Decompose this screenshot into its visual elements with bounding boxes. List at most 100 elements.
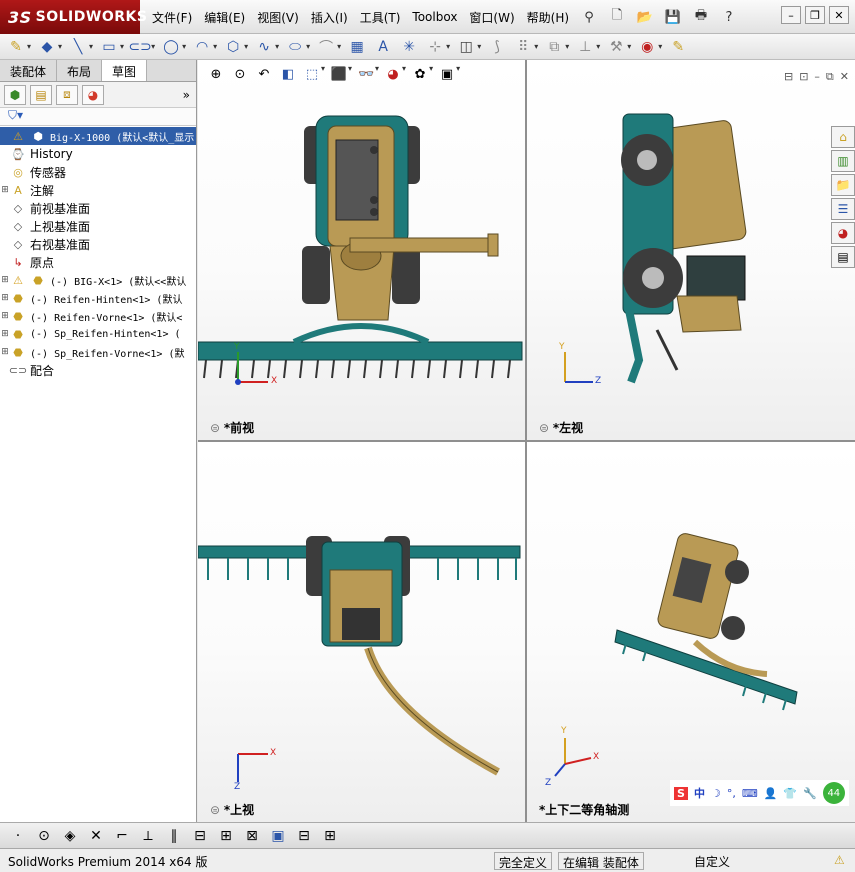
tree-item[interactable]: ↳ 原点: [0, 253, 196, 271]
expand-icon[interactable]: ⊞: [0, 311, 10, 321]
chevron-down-icon[interactable]: ▾: [456, 64, 460, 84]
zoom-to-area-icon[interactable]: ⊙: [230, 64, 250, 84]
tree-item[interactable]: ⊞ ⚠ ⬣ (-) BIG-X<1> (默认<<默认: [0, 271, 196, 289]
tree-item[interactable]: ⊞ ⬣ (-) Reifen-Hinten<1> (默认: [0, 289, 196, 307]
tree-item[interactable]: ⊞ A 注解: [0, 181, 196, 199]
chevron-down-icon[interactable]: ▾: [213, 42, 217, 51]
parallel-icon[interactable]: ∥: [164, 826, 184, 846]
plane-icon[interactable]: ▦: [347, 37, 367, 57]
move-icon[interactable]: ⧉: [544, 37, 564, 57]
section-view-icon[interactable]: ◧: [278, 64, 298, 84]
expand-icon[interactable]: ⊞: [0, 185, 10, 195]
ime-language[interactable]: 中: [694, 785, 705, 801]
edit-appearance-icon[interactable]: ◕: [383, 64, 403, 84]
configuration-manager-icon[interactable]: ⧈: [56, 84, 78, 105]
appearances-icon[interactable]: ◕: [831, 222, 855, 244]
minimize-button[interactable]: –: [781, 6, 801, 24]
expand-icon[interactable]: ⊞: [0, 347, 10, 357]
menu-edit[interactable]: 编辑(E): [198, 9, 251, 26]
chevron-down-icon[interactable]: ▾: [306, 42, 310, 51]
slot-icon[interactable]: ⊂⊃: [128, 37, 151, 57]
chevron-down-icon[interactable]: ▾: [534, 42, 538, 51]
menu-file[interactable]: 文件(F): [146, 9, 198, 26]
viewport-front[interactable]: X Y ⊜ *前视: [198, 60, 525, 440]
user-icon[interactable]: 👤: [764, 787, 778, 800]
quick-snap-icon[interactable]: ⊠: [242, 826, 262, 846]
sketch-icon[interactable]: ✎: [6, 37, 26, 57]
chevron-down-icon[interactable]: ▾: [446, 42, 450, 51]
tab-layout[interactable]: 布局: [57, 60, 103, 81]
convert-entities-icon[interactable]: ◫: [456, 37, 476, 57]
print-icon[interactable]: 🖶: [690, 6, 712, 28]
custom-properties-icon[interactable]: ▤: [831, 246, 855, 268]
chevron-down-icon[interactable]: ▾: [596, 42, 600, 51]
graphics-area[interactable]: X Y ⊜ *前视 Y Z ⊜ *左视 ⊟ ⊡ – ⧉ ✕ X Z ⊜ *上视 …: [198, 60, 855, 822]
repair-icon[interactable]: ⚒: [606, 37, 626, 57]
tree-item[interactable]: ◇ 前视基准面: [0, 199, 196, 217]
chevron-down-icon[interactable]: ▾: [89, 42, 93, 51]
menu-window[interactable]: 窗口(W): [463, 9, 520, 26]
chevron-down-icon[interactable]: ▾: [337, 42, 341, 51]
rebuild-icon[interactable]: ⚠: [830, 852, 849, 870]
chevron-down-icon[interactable]: ▾: [321, 64, 325, 84]
tab-assembly[interactable]: 装配体: [0, 60, 58, 81]
half-width-icon[interactable]: ☽: [711, 787, 721, 800]
vertical-icon[interactable]: ⊞: [216, 826, 236, 846]
circle-select-icon[interactable]: ⊙: [34, 826, 54, 846]
horizontal-icon[interactable]: ⊟: [190, 826, 210, 846]
line-icon[interactable]: ╲: [68, 37, 88, 57]
view-palette-icon[interactable]: ☰: [831, 198, 855, 220]
offset-icon[interactable]: ⟆: [487, 37, 507, 57]
file-explorer-icon[interactable]: 📁: [831, 174, 855, 196]
point-icon[interactable]: ·: [8, 826, 28, 846]
chevron-down-icon[interactable]: ▾: [658, 42, 662, 51]
tree-item[interactable]: ⊂⊃ 配合: [0, 361, 196, 379]
relations-icon[interactable]: ⊥: [575, 37, 595, 57]
chevron-down-icon[interactable]: ▾: [244, 42, 248, 51]
chevron-down-icon[interactable]: ▾: [120, 42, 124, 51]
expand-panel-icon[interactable]: »: [183, 88, 190, 102]
chevron-down-icon[interactable]: ▾: [429, 64, 433, 84]
tab-sketch[interactable]: 草图: [102, 60, 148, 81]
punctuation-icon[interactable]: °,: [727, 787, 736, 800]
home-icon[interactable]: ⌂: [831, 126, 855, 148]
rapid-sketch-icon[interactable]: ✎: [668, 37, 688, 57]
display-style-icon[interactable]: ⬛: [329, 64, 349, 84]
skin-icon[interactable]: 👕: [783, 787, 797, 800]
chevron-down-icon[interactable]: ▾: [565, 42, 569, 51]
tree-item[interactable]: ⊞ ⬣ (-) Sp_Reifen-Vorne<1> (默: [0, 343, 196, 361]
chevron-down-icon[interactable]: ▾: [27, 42, 31, 51]
zoom-to-fit-icon[interactable]: ⊕: [206, 64, 226, 84]
spline-icon[interactable]: ∿: [254, 37, 274, 57]
tree-item[interactable]: ◎ 传感器: [0, 163, 196, 181]
property-manager-icon[interactable]: ▤: [30, 84, 52, 105]
tree-item[interactable]: ⚠ ⬢ Big-X-1000 (默认<默认_显示: [0, 127, 196, 145]
expand-icon[interactable]: ⊞: [0, 329, 10, 339]
chevron-down-icon[interactable]: ▾: [627, 42, 631, 51]
units-status[interactable]: 自定义: [690, 852, 734, 870]
viewport-isometric[interactable]: Y X Z *上下二等角轴测: [527, 442, 855, 822]
expand-icon[interactable]: ⊞: [0, 275, 10, 285]
fillet-icon[interactable]: ⌒: [316, 37, 336, 57]
help-icon[interactable]: ?: [718, 6, 740, 28]
tools-icon[interactable]: 🔧: [803, 787, 817, 800]
tree-item[interactable]: ⌚ History: [0, 145, 196, 163]
hide-show-icon[interactable]: 👓: [356, 64, 376, 84]
chevron-down-icon[interactable]: ▾: [275, 42, 279, 51]
close-button[interactable]: ✕: [829, 6, 849, 24]
trim-icon[interactable]: ⊹: [425, 37, 445, 57]
open-folder-icon[interactable]: 📂: [634, 6, 656, 28]
pin-icon[interactable]: ⚲: [578, 6, 600, 28]
perpendicular-icon[interactable]: ⟂: [138, 826, 158, 846]
chevron-down-icon[interactable]: ▾: [348, 64, 352, 84]
rectangle-icon[interactable]: ▭: [99, 37, 119, 57]
point-icon[interactable]: ✳: [399, 37, 419, 57]
viewport-top[interactable]: X Z ⊜ *上视: [198, 442, 525, 822]
tree-item[interactable]: ⊞ ⬣ (-) Sp_Reifen-Hinten<1> (: [0, 325, 196, 343]
previous-view-icon[interactable]: ↶: [254, 64, 274, 84]
tree-item[interactable]: ◇ 上视基准面: [0, 217, 196, 235]
smart-dimension-icon[interactable]: ◆: [37, 37, 57, 57]
chevron-down-icon[interactable]: ▾: [375, 64, 379, 84]
viewport-left[interactable]: Y Z ⊜ *左视 ⊟ ⊡ – ⧉ ✕: [527, 60, 855, 440]
expand-icon[interactable]: ⊞: [0, 293, 10, 303]
